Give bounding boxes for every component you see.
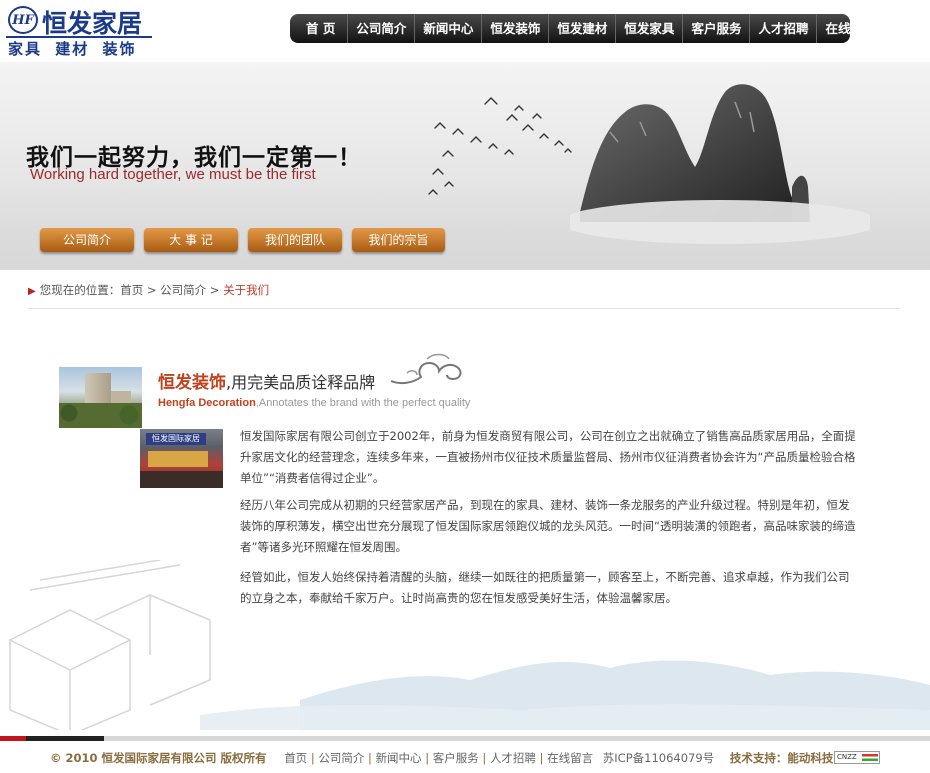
footer-link-jobs[interactable]: 人才招聘 [490,751,536,765]
intro-paragraph-2: 经历八年公司完成从初期的只经营家居产品，到现在的家具、建材、装饰一条龙服务的产业… [240,498,856,554]
breadcrumb-separator: > [206,283,224,297]
auspicious-cloud-icon [390,353,462,385]
photo-storefront [148,451,208,467]
breadcrumb-separator: > [143,283,161,297]
tech-support[interactable]: 技术支持：能动科技 [730,751,834,765]
nav-building-materials[interactable]: 恒发建材 [549,14,617,43]
footer-link-home[interactable]: 首页 [284,751,307,765]
footer-accent-black [26,736,104,741]
main-nav: 首 页 公司简介 新闻中心 恒发装饰 恒发建材 恒发家具 客户服务 人才招聘 在… [290,14,875,43]
nav-company-profile[interactable]: 公司简介 [348,14,416,43]
breadcrumb-prefix: 您现在的位置： [39,283,121,297]
logo-mark: HF [8,6,38,34]
cnzz-stats-badge[interactable]: CNZZ [834,751,880,764]
title-brand-en: Hengfa Decoration [158,397,256,409]
nav-recruitment[interactable]: 人才招聘 [750,14,818,43]
store-sign: 恒发国际家居 [146,433,206,445]
nav-news[interactable]: 新闻中心 [415,14,483,43]
our-mission-button[interactable]: 我们的宗旨 [352,228,445,252]
title-brand: 恒发装饰 [158,373,226,393]
breadcrumb: ▶ 您现在的位置：首页 > 公司简介 > 关于我们 [28,282,269,298]
nav-furniture[interactable]: 恒发家具 [616,14,684,43]
footer-link-news[interactable]: 新闻中心 [376,751,422,765]
intro-paragraph-1: 恒发国际家居有限公司创立于2002年，前身为恒发商贸有限公司，公司在创立之出就确… [240,429,856,485]
nav-customer-service[interactable]: 客户服务 [683,14,751,43]
breadcrumb-home[interactable]: 首页 [120,283,143,297]
site-logo[interactable]: HF 恒发家居 家具 建材 装饰 [6,4,152,58]
cnzz-label: CNZZ [837,753,857,761]
mountain-illustration [570,84,870,244]
footer-link-service[interactable]: 客户服务 [433,751,479,765]
our-team-button[interactable]: 我们的团队 [248,228,342,252]
banner-slogan-en: Working hard together, we must be the fi… [30,166,316,183]
hero-banner: 我们一起努力，我们一定第一！ Working hard together, we… [0,62,930,270]
breadcrumb-section[interactable]: 公司简介 [160,283,206,297]
store-front-photo: 恒发国际家居 [140,429,223,488]
breadcrumb-divider [28,308,900,309]
section-title-en: Hengfa Decoration,Annotates the brand wi… [158,397,470,409]
footer-links: 首页 | 公司简介 | 新闻中心 | 客户服务 | 人才招聘 | 在线留言 [284,751,594,765]
banner-button-group: 公司简介 大 事 记 我们的团队 我们的宗旨 [40,228,445,252]
site-footer: © 2010 恒发国际家居有限公司 版权所有 首页 | 公司简介 | 新闻中心 … [50,750,833,766]
company-profile-button[interactable]: 公司简介 [40,228,134,252]
flag-icon [862,754,878,761]
cranes-illustration [428,97,572,195]
breadcrumb-current: 关于我们 [223,283,270,297]
footer-link-message[interactable]: 在线留言 [547,751,593,765]
nav-online-message[interactable]: 在线留言 [817,14,883,43]
logo-tagline: 家具 建材 装饰 [8,40,137,58]
nav-home[interactable]: 首 页 [294,14,349,43]
photo-crowd [140,471,223,488]
photo-trees [59,403,142,428]
logo-name: 恒发家居 [42,9,143,38]
intro-paragraph-3: 经管如此，恒发人始终保持着清醒的头脑，继续一如既往的把质量第一，顾客至上，不断完… [240,570,850,605]
company-building-photo [59,367,142,428]
icp-number[interactable]: 苏ICP备11064079号 [603,751,714,765]
milestones-button[interactable]: 大 事 记 [144,228,238,252]
title-rest: ,用完美品质诠释品牌 [226,373,376,392]
nav-decoration[interactable]: 恒发装饰 [482,14,550,43]
footer-link-company[interactable]: 公司简介 [318,751,364,765]
copyright: © 2010 恒发国际家居有限公司 版权所有 [50,751,267,765]
breadcrumb-arrow-icon: ▶ [28,286,36,297]
footer-divider [0,736,930,741]
footer-accent-red [0,736,26,741]
title-rest-en: ,Annotates the brand with the perfect qu… [255,397,471,409]
site-header: HF 恒发家居 家具 建材 装饰 首 页 公司简介 新闻中心 恒发装饰 恒发建材… [0,0,930,62]
